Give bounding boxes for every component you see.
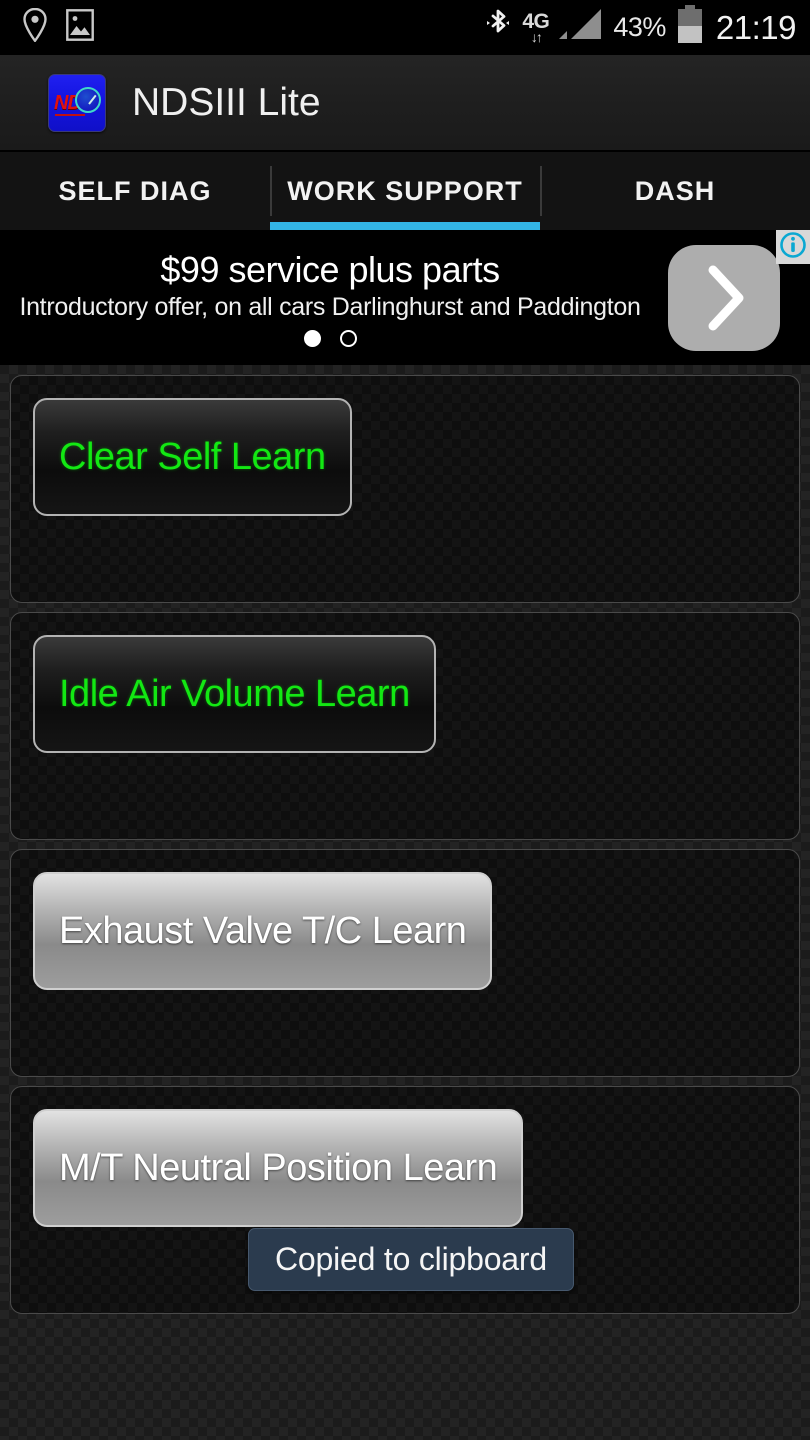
tab-label: SELF DIAG bbox=[58, 175, 212, 206]
button-label: Idle Air Volume Learn bbox=[59, 672, 410, 715]
tab-label: DASH bbox=[634, 175, 716, 206]
ad-subtext: Introductory offer, on all cars Darlingh… bbox=[19, 292, 641, 321]
battery-icon bbox=[676, 5, 704, 50]
status-bar-notifications bbox=[22, 7, 94, 47]
clear-self-learn-button[interactable]: Clear Self Learn bbox=[33, 398, 352, 516]
ad-banner[interactable]: $99 service plus parts Introductory offe… bbox=[0, 230, 810, 365]
signal-bars-icon bbox=[559, 7, 603, 48]
status-bar-clock: 21:19 bbox=[715, 8, 797, 46]
button-label: Clear Self Learn bbox=[59, 435, 326, 478]
ad-pager-dot-active[interactable] bbox=[303, 329, 321, 347]
tab-label: WORK SUPPORT bbox=[287, 175, 523, 206]
idle-air-volume-learn-button[interactable]: Idle Air Volume Learn bbox=[33, 635, 436, 753]
ad-pager-dot[interactable] bbox=[339, 329, 357, 347]
work-support-card: Clear Self Learn bbox=[10, 375, 800, 603]
tab-bar: SELF DIAG WORK SUPPORT DASH bbox=[0, 152, 810, 230]
action-bar: NDS NDSIII Lite bbox=[0, 55, 810, 152]
bluetooth-icon bbox=[484, 6, 512, 49]
network-type-indicator: 4G ↓↑ bbox=[522, 11, 550, 45]
location-pin-icon bbox=[22, 7, 48, 47]
work-support-card: Exhaust Valve T/C Learn bbox=[10, 849, 800, 1077]
gauge-icon bbox=[75, 86, 101, 113]
work-support-card: Idle Air Volume Learn bbox=[10, 612, 800, 840]
chevron-right-icon bbox=[696, 260, 752, 336]
app-logo-underline bbox=[55, 113, 85, 116]
status-bar-system-icons: 4G ↓↑ 43% 21:19 bbox=[484, 5, 797, 50]
exhaust-valve-tc-learn-button[interactable]: Exhaust Valve T/C Learn bbox=[33, 872, 493, 990]
network-activity-arrows: ↓↑ bbox=[530, 29, 543, 45]
toast-message: Copied to clipboard bbox=[248, 1228, 574, 1291]
tab-indicator bbox=[270, 222, 540, 230]
tab-dash[interactable]: DASH bbox=[540, 152, 810, 230]
mt-neutral-position-learn-button[interactable]: M/T Neutral Position Learn bbox=[33, 1109, 524, 1227]
tab-work-support[interactable]: WORK SUPPORT bbox=[270, 152, 540, 230]
app-screen: 4G ↓↑ 43% 21:19 NDS NDSIII Lite SELF DIA… bbox=[0, 0, 810, 1440]
ad-next-button[interactable] bbox=[668, 244, 780, 351]
app-title: NDSIII Lite bbox=[132, 80, 321, 124]
button-label: Exhaust Valve T/C Learn bbox=[59, 909, 467, 952]
battery-percent-label: 43% bbox=[613, 12, 666, 42]
status-bar: 4G ↓↑ 43% 21:19 bbox=[0, 0, 810, 55]
ad-pager-dots bbox=[303, 329, 357, 347]
image-icon bbox=[66, 9, 94, 46]
info-icon bbox=[779, 231, 807, 264]
ad-info-button[interactable] bbox=[776, 230, 810, 264]
ad-headline: $99 service plus parts bbox=[160, 248, 500, 290]
ad-text-block: $99 service plus parts Introductory offe… bbox=[0, 230, 660, 365]
button-label: M/T Neutral Position Learn bbox=[59, 1146, 498, 1189]
tab-self-diag[interactable]: SELF DIAG bbox=[0, 152, 270, 230]
app-logo-icon: NDS bbox=[48, 73, 106, 132]
